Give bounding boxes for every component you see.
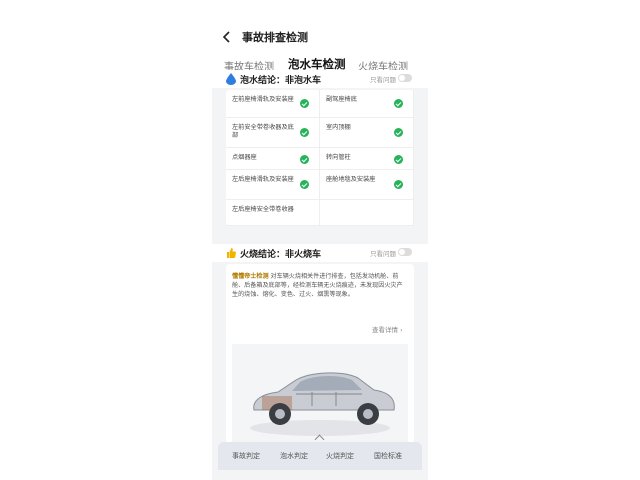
check-item-label: 室内顶棚	[326, 124, 351, 131]
flood-filter-toggle[interactable]	[398, 74, 412, 82]
nav-fire[interactable]: 火烧判定	[326, 451, 354, 461]
check-mark-icon	[300, 180, 309, 189]
check-item-label: 左后座椅滑轨及安装座	[232, 176, 294, 183]
check-mark-icon	[394, 155, 403, 164]
check-item: 室内顶棚	[320, 118, 414, 148]
check-mark-icon	[394, 128, 403, 137]
check-mark-icon	[300, 99, 309, 108]
nav-flood[interactable]: 泡水判定	[280, 451, 308, 461]
flood-verdict: 泡水结论：非泡水车	[240, 76, 322, 86]
flood-verdict-row: 泡水结论：非泡水车 只看问题	[212, 70, 428, 88]
check-item: 左后座椅滑轨及安装座	[226, 170, 320, 200]
nav-standard[interactable]: 国检标准	[374, 451, 402, 461]
top-bar: 事故排查检测	[212, 20, 428, 56]
fire-filter-label: 只看问题	[370, 250, 396, 258]
bottom-nav: 事故判定 泡水判定 火烧判定 国检标准	[218, 442, 422, 470]
flood-filter-label: 只看问题	[370, 76, 396, 84]
fire-verdict: 火烧结论：非火烧车	[240, 250, 322, 260]
flood-check-card: 左前座椅滑轨及安装座 副驾座椅底 左前安全带卷收器及底部 室内顶棚 点烟器座 转…	[226, 90, 414, 226]
brand-name: 懂懂帝士检测	[232, 273, 269, 280]
fire-description: 懂懂帝士检测 对车辆火烧相关件进行排查，包括发动机舱、前舱、后备箱及底部等，经检…	[232, 272, 408, 299]
check-item: 左后座椅安全带卷收器	[226, 200, 320, 226]
check-item-label: 转向管柱	[326, 154, 351, 161]
check-item-empty	[320, 200, 414, 226]
app-screen: 事故排查检测 事故车检测 泡水车检测 火烧车检测 泡水结论：非泡水车 只看问题 …	[212, 20, 428, 480]
check-item: 左前安全带卷收器及底部	[226, 118, 320, 148]
nav-accident[interactable]: 事故判定	[232, 451, 260, 461]
fire-filter-toggle[interactable]	[398, 248, 412, 256]
back-arrow-icon[interactable]	[220, 30, 234, 44]
check-item: 副驾座椅底	[320, 90, 414, 118]
check-mark-icon	[300, 128, 309, 137]
fire-verdict-row: 火烧结论：非火烧车 只看问题	[212, 244, 428, 262]
check-item: 点烟器座	[226, 148, 320, 170]
car-cutaway-icon	[250, 372, 395, 436]
check-mark-icon	[300, 155, 309, 164]
check-item-label: 副驾座椅底	[326, 96, 357, 103]
check-mark-icon	[394, 99, 403, 108]
car-cutaway-image	[232, 344, 408, 444]
check-item: 左前座椅滑轨及安装座	[226, 90, 320, 118]
check-item: 转向管柱	[320, 148, 414, 170]
check-item-label: 左前安全带卷收器及底部	[232, 124, 294, 139]
check-item-label: 点烟器座	[232, 154, 257, 161]
water-drop-icon	[226, 73, 236, 85]
check-item: 座舱地毯及安装座	[320, 170, 414, 200]
fire-check-card: 懂懂帝士检测 对车辆火烧相关件进行排查，包括发动机舱、前舱、后备箱及底部等，经检…	[226, 264, 414, 444]
page-title: 事故排查检测	[242, 31, 308, 44]
check-item-label: 座舱地毯及安装座	[326, 176, 376, 183]
check-item-label: 左前座椅滑轨及安装座	[232, 96, 294, 103]
thumbs-up-icon	[227, 248, 236, 258]
check-mark-icon	[394, 180, 403, 189]
show-more-link[interactable]: 查看详情 ›	[372, 324, 403, 334]
check-item-label: 左后座椅安全带卷收器	[232, 206, 294, 213]
